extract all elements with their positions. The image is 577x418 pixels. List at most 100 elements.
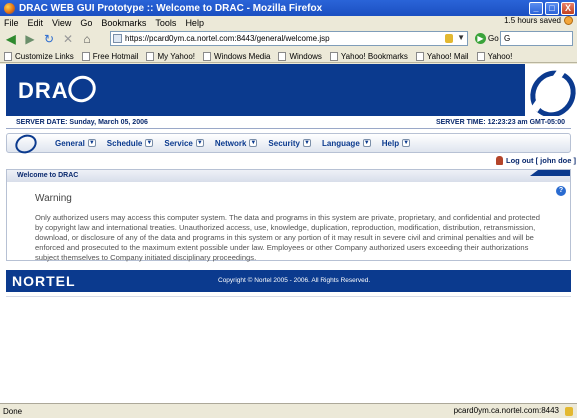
time-saved-icon (564, 16, 573, 25)
nav-label: Language (321, 138, 360, 148)
menu-bookmarks[interactable]: Bookmarks (101, 18, 146, 28)
nav-label: Help (381, 138, 400, 148)
logout-link[interactable]: Log out [ john doe ] (496, 156, 576, 165)
panel-header-accent (530, 170, 570, 176)
page-icon (113, 34, 122, 43)
reload-icon[interactable]: ↻ (41, 31, 57, 47)
server-info-bar: SERVER DATE: Sunday, March 05, 2006 SERV… (6, 116, 571, 129)
chevron-down-icon: ▼ (87, 139, 96, 147)
nav-service[interactable]: Service ▼ (164, 138, 204, 148)
maximize-button[interactable]: □ (545, 1, 559, 15)
chevron-down-icon: ▼ (362, 139, 371, 147)
user-icon (496, 156, 503, 165)
minimize-button[interactable]: _ (529, 1, 543, 15)
back-arrow-icon[interactable]: ◀ (3, 31, 19, 47)
chevron-down-icon[interactable]: ▼ (457, 33, 465, 42)
bookmark-item[interactable]: Windows (278, 51, 322, 61)
saved-status-text: 1.5 hours saved (504, 16, 561, 25)
nav-globe-icon (11, 134, 41, 152)
page-footer: NORTEL Copyright © Nortel 2005 - 2006. A… (6, 270, 571, 292)
menu-view[interactable]: View (52, 18, 71, 28)
nav-language[interactable]: Language ▼ (322, 139, 371, 148)
bookmarks-toolbar: Customize Links Free Hotmail My Yahoo! W… (0, 50, 577, 63)
lock-icon[interactable] (445, 34, 453, 43)
logout-text[interactable]: Log out [ john doe ] (506, 156, 576, 165)
forward-arrow-icon[interactable]: ▶ (22, 31, 38, 47)
saved-status[interactable]: 1.5 hours saved (504, 16, 573, 25)
nav-label: Schedule (106, 138, 143, 148)
bookmark-page-icon (476, 51, 485, 61)
bookmark-item[interactable]: Free Hotmail (81, 51, 139, 61)
drac-logo: DRA (18, 78, 69, 103)
menu-file[interactable]: File (4, 18, 19, 28)
bookmark-item[interactable]: Yahoo! (476, 51, 513, 61)
search-input[interactable]: G (500, 31, 573, 46)
warning-body: Only authorized users may access this co… (35, 213, 540, 262)
bookmark-label: Customize Links (15, 51, 74, 61)
server-time: SERVER TIME: 12:23:23 am GMT-05:00 (435, 118, 565, 126)
bookmark-item[interactable]: Yahoo! Mail (415, 51, 469, 61)
footer-divider (6, 296, 571, 297)
page-viewport: DRA SERVER DATE: Sunday, March 05, 2006 … (0, 64, 577, 403)
nav-schedule[interactable]: Schedule ▼ (107, 139, 154, 148)
bookmark-label: Free Hotmail (92, 51, 139, 61)
menu-bar: File Edit View Go Bookmarks Tools Help 1… (0, 16, 577, 29)
nav-label: Service (164, 138, 193, 148)
server-date: SERVER DATE: Sunday, March 05, 2006 (16, 118, 148, 126)
bookmark-item[interactable]: Customize Links (4, 51, 74, 61)
address-bar[interactable]: https://pcard0ym.ca.nortel.com:8443/gene… (110, 31, 468, 46)
bookmark-page-icon (415, 51, 424, 61)
panel-title: Welcome to DRAC (17, 172, 79, 179)
nortel-logo: NORTEL (12, 273, 76, 289)
drac-banner: DRA (6, 64, 571, 116)
bookmark-page-icon (146, 51, 155, 61)
go-arrow-icon[interactable]: ▶ (475, 33, 486, 44)
close-button[interactable]: X (561, 1, 575, 15)
menu-help[interactable]: Help (185, 18, 204, 28)
nortel-globe-icon (525, 64, 571, 116)
bookmark-item[interactable]: Yahoo! Bookmarks (329, 51, 408, 61)
bookmark-label: Yahoo! Mail (426, 51, 469, 61)
stop-icon[interactable]: ✕ (60, 31, 76, 47)
chevron-down-icon: ▼ (195, 139, 204, 147)
menu-go[interactable]: Go (80, 18, 92, 28)
bookmark-page-icon (203, 51, 211, 61)
bookmark-page-icon (4, 51, 12, 61)
lock-icon[interactable] (565, 407, 573, 416)
menu-edit[interactable]: Edit (28, 18, 44, 28)
chevron-down-icon: ▼ (302, 139, 311, 147)
nav-label: Security (268, 138, 300, 148)
nav-general[interactable]: General ▼ (55, 139, 96, 148)
go-button[interactable]: Go (488, 34, 499, 43)
bookmark-label: Windows Media (214, 51, 271, 61)
status-text: Done (3, 406, 23, 416)
main-nav: General ▼ Schedule ▼ Service ▼ Network ▼ Sec… (6, 133, 571, 153)
window-title: DRAC WEB GUI Prototype :: Welcome to DRA… (19, 2, 323, 14)
nav-help[interactable]: Help ▼ (381, 138, 411, 148)
navigation-toolbar: ◀ ▶ ↻ ✕ ⌂ https://pcard0ym.ca.nortel.com… (0, 29, 577, 49)
help-icon[interactable]: ? (556, 186, 566, 196)
bookmark-label: My Yahoo! (157, 51, 195, 61)
home-icon[interactable]: ⌂ (79, 31, 95, 47)
bookmark-item[interactable]: Windows Media (203, 51, 271, 61)
bookmark-item[interactable]: My Yahoo! (146, 51, 195, 61)
chevron-down-icon: ▼ (249, 139, 258, 147)
address-url[interactable]: https://pcard0ym.ca.nortel.com:8443/gene… (125, 34, 330, 43)
bookmark-page-icon (278, 51, 287, 61)
drac-logo-globe-icon (63, 70, 101, 108)
window-title-bar: DRAC WEB GUI Prototype :: Welcome to DRA… (0, 0, 577, 16)
nav-label: General (55, 138, 85, 148)
nav-security[interactable]: Security ▼ (268, 139, 311, 148)
bookmark-label: Windows (289, 51, 322, 61)
menu-tools[interactable]: Tools (155, 18, 176, 28)
bookmark-page-icon (81, 51, 90, 61)
chevron-down-icon: ▼ (145, 139, 154, 147)
firefox-icon (4, 2, 15, 14)
nav-network[interactable]: Network ▼ (215, 139, 258, 148)
welcome-panel: Welcome to DRAC ? Warning Only authorize… (6, 169, 571, 262)
warning-title: Warning (35, 193, 72, 204)
nav-label: Network (214, 138, 247, 148)
bookmark-label: Yahoo! (487, 51, 513, 61)
copyright-text: Copyright © Nortel 2005 - 2006. All Righ… (218, 277, 371, 284)
bookmark-label: Yahoo! Bookmarks (340, 51, 408, 61)
